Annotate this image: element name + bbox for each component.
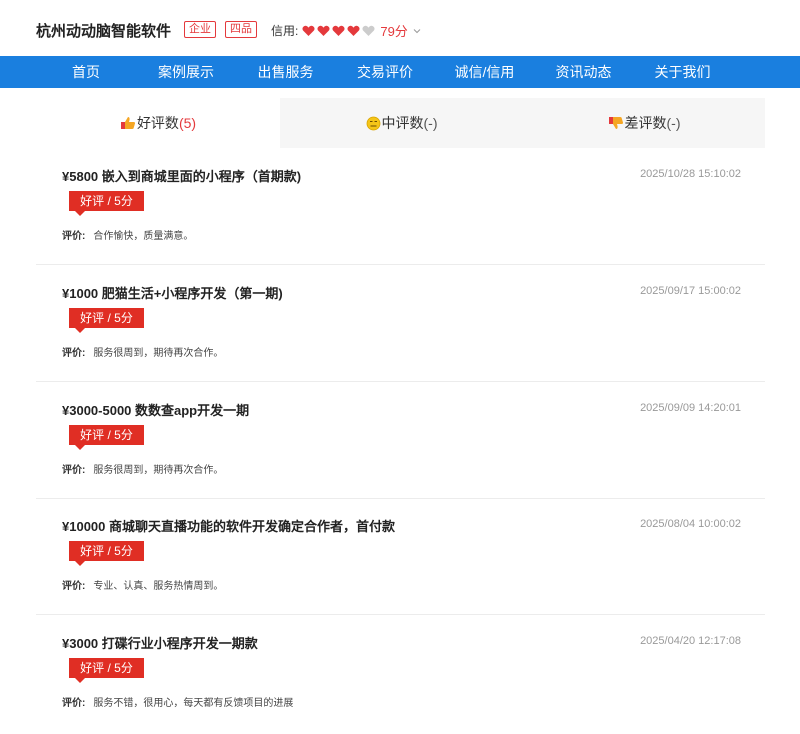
review-title[interactable]: ¥5800 嵌入到商城里面的小程序（首期款) xyxy=(62,166,301,185)
tab-neutral[interactable]: 中评数(-) xyxy=(280,98,523,148)
rating-tag: 好评 / 5分 xyxy=(69,541,144,566)
chevron-down-icon[interactable] xyxy=(413,27,421,35)
rating-tag: 好评 / 5分 xyxy=(69,308,144,333)
review-item: ¥3000 打碟行业小程序开发一期款 2025/04/20 12:17:08 好… xyxy=(36,616,765,732)
nav-home[interactable]: 首页 xyxy=(36,56,136,88)
tab-positive[interactable]: 好评数(5) xyxy=(36,98,280,148)
review-title[interactable]: ¥10000 商城聊天直播功能的软件开发确定合作者，首付款 xyxy=(62,516,395,535)
review-comment: 评价: 服务很周到，期待再次合作。 xyxy=(62,461,223,476)
comment-label: 评价: xyxy=(62,465,86,476)
nav-services[interactable]: 出售服务 xyxy=(236,56,335,88)
review-title[interactable]: ¥1000 肥猫生活+小程序开发（第一期) xyxy=(62,283,283,302)
main-nav: 首页 案例展示 出售服务 交易评价 诚信/信用 资讯动态 关于我们 xyxy=(0,56,800,88)
credit-score: 79分 xyxy=(380,24,408,39)
comment-text: 服务很周到，期待再次合作。 xyxy=(93,348,224,359)
review-title[interactable]: ¥3000 打碟行业小程序开发一期款 xyxy=(62,633,258,652)
thumbs-down-icon xyxy=(608,117,623,130)
heart-filled-icon xyxy=(302,25,315,36)
nav-credit[interactable]: 诚信/信用 xyxy=(435,56,534,88)
review-comment: 评价: 合作愉快，质量满意。 xyxy=(62,227,193,242)
review-item: ¥1000 肥猫生活+小程序开发（第一期) 2025/09/17 15:00:0… xyxy=(36,266,765,382)
nav-about[interactable]: 关于我们 xyxy=(633,56,732,88)
shop-header: 杭州动动脑智能软件 企业 四品 信用: 79分 xyxy=(0,0,800,56)
comment-label: 评价: xyxy=(62,698,86,709)
review-comment: 评价: 服务很周到，期待再次合作。 xyxy=(62,344,223,359)
tab-neutral-label: 中评数 xyxy=(381,115,424,131)
review-item: ¥3000-5000 数数查app开发一期 2025/09/09 14:20:0… xyxy=(36,383,765,499)
heart-filled-icon xyxy=(347,25,360,36)
comment-text: 专业、认真、服务热情周到。 xyxy=(93,581,224,592)
review-item: ¥5800 嵌入到商城里面的小程序（首期款) 2025/10/28 15:10:… xyxy=(36,149,765,265)
review-comment: 评价: 专业、认真、服务热情周到。 xyxy=(62,577,223,592)
nav-cases[interactable]: 案例展示 xyxy=(136,56,236,88)
comment-label: 评价: xyxy=(62,581,86,592)
review-item: ¥10000 商城聊天直播功能的软件开发确定合作者，首付款 2025/08/04… xyxy=(36,499,765,615)
nav-reviews[interactable]: 交易评价 xyxy=(335,56,435,88)
heart-filled-icon xyxy=(317,25,330,36)
review-date: 2025/04/20 12:17:08 xyxy=(640,635,741,647)
tab-positive-label: 好评数 xyxy=(136,115,179,131)
review-tabs: 好评数(5) 中评数(-) 差评数(-) xyxy=(36,98,765,148)
review-date: 2025/09/17 15:00:02 xyxy=(640,285,741,297)
tab-negative-label: 差评数 xyxy=(624,115,667,131)
heart-empty-icon xyxy=(362,25,375,36)
thumbs-up-icon xyxy=(120,117,135,130)
level-badge: 四品 xyxy=(225,21,257,38)
rating-tag: 好评 / 5分 xyxy=(69,425,144,450)
comment-text: 服务很周到，期待再次合作。 xyxy=(93,465,224,476)
rating-tag: 好评 / 5分 xyxy=(69,658,144,683)
review-title[interactable]: ¥3000-5000 数数查app开发一期 xyxy=(62,400,249,419)
credit-hearts xyxy=(302,25,375,37)
nav-news[interactable]: 资讯动态 xyxy=(534,56,633,88)
tab-negative[interactable]: 差评数(-) xyxy=(523,98,765,148)
rating-tag: 好评 / 5分 xyxy=(69,191,144,216)
comment-label: 评价: xyxy=(62,348,86,359)
neutral-face-icon xyxy=(366,116,380,131)
company-name[interactable]: 杭州动动脑智能软件 xyxy=(36,20,171,41)
review-comment: 评价: 服务不错，很用心，每天都有反馈项目的进展 xyxy=(62,694,293,709)
review-date: 2025/10/28 15:10:02 xyxy=(640,168,741,180)
tab-negative-count: (-) xyxy=(666,115,681,131)
credit-rating[interactable]: 信用: 79分 xyxy=(271,21,421,40)
comment-label: 评价: xyxy=(62,231,86,242)
credit-label: 信用: xyxy=(271,24,299,38)
enterprise-badge: 企业 xyxy=(184,21,216,38)
tab-positive-count: (5) xyxy=(178,115,197,131)
heart-filled-icon xyxy=(332,25,345,36)
tab-neutral-count: (-) xyxy=(423,115,438,131)
review-date: 2025/08/04 10:00:02 xyxy=(640,518,741,530)
comment-text: 服务不错，很用心，每天都有反馈项目的进展 xyxy=(93,698,294,709)
comment-text: 合作愉快，质量满意。 xyxy=(93,231,194,242)
review-date: 2025/09/09 14:20:01 xyxy=(640,402,741,414)
